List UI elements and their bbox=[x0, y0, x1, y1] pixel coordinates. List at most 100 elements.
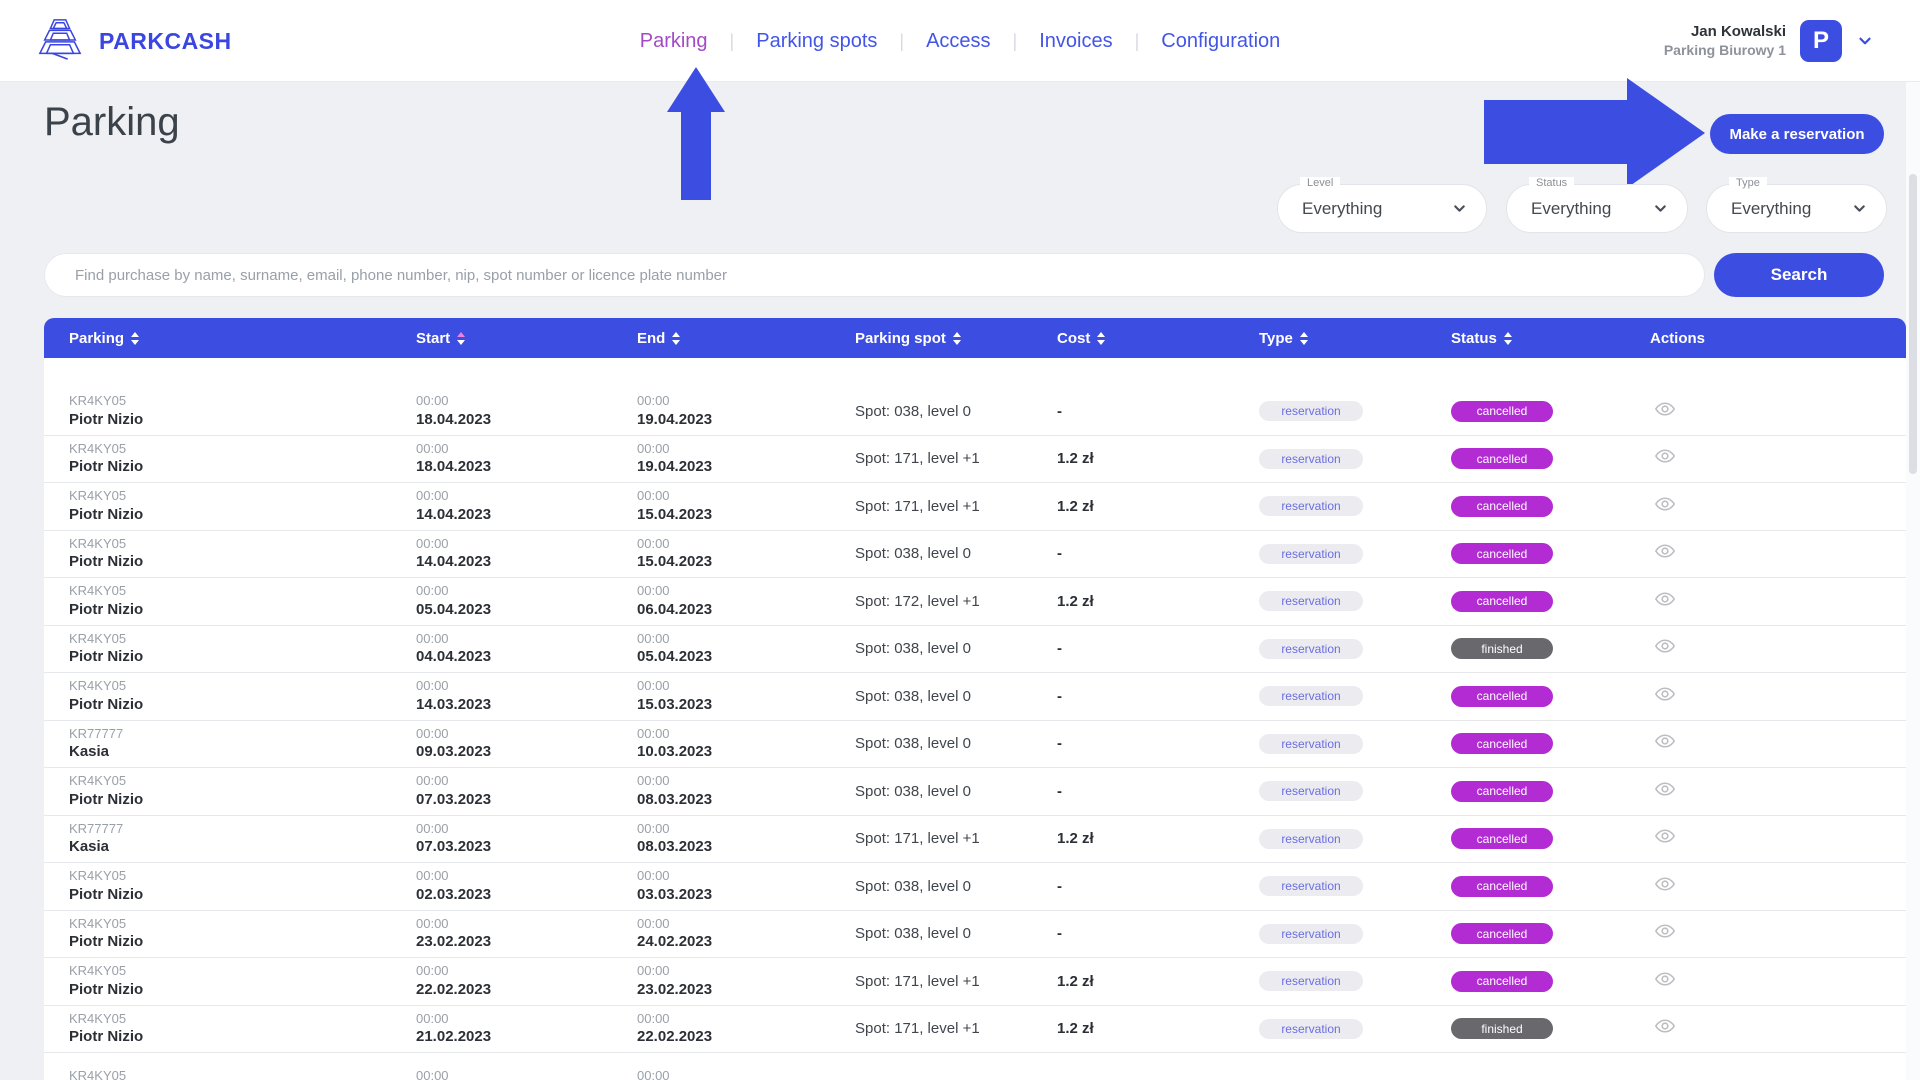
brand[interactable]: PARKCASH bbox=[37, 16, 232, 67]
nav-item-invoices[interactable]: Invoices bbox=[1039, 30, 1112, 53]
table-row: KR4KY05 Piotr Nizio 00:00 18.04.2023 00:… bbox=[44, 388, 1906, 436]
cell-parking: KR4KY05 Piotr Nizio bbox=[44, 916, 391, 952]
type-badge: reservation bbox=[1259, 734, 1363, 754]
cell-end: 00:00 15.03.2023 bbox=[612, 678, 830, 714]
status-badge: cancelled bbox=[1451, 733, 1553, 754]
cell-cost: - bbox=[1032, 925, 1234, 942]
level-dropdown-label: Level bbox=[1300, 177, 1340, 189]
cell-start: 00:00 14.04.2023 bbox=[391, 488, 612, 524]
status-dropdown[interactable]: Status Everything bbox=[1506, 184, 1688, 233]
nav-item-configuration[interactable]: Configuration bbox=[1161, 30, 1280, 53]
view-details-button[interactable] bbox=[1654, 730, 1676, 755]
sort-icon bbox=[457, 332, 465, 345]
type-dropdown-value: Everything bbox=[1707, 199, 1851, 219]
licence-plate: KR4KY05 bbox=[69, 963, 391, 980]
cell-actions bbox=[1625, 588, 1906, 615]
cell-parking: KR4KY05 Piotr Nizio bbox=[44, 678, 391, 714]
start-date: 05.04.2023 bbox=[416, 600, 612, 620]
customer-name: Piotr Nizio bbox=[69, 600, 391, 620]
table-body: KR4KY05 Piotr Nizio 00:00 18.04.2023 00:… bbox=[44, 358, 1906, 1080]
view-details-button[interactable] bbox=[1654, 635, 1676, 660]
cell-parking-spot: Spot: 038, level 0 bbox=[830, 545, 1032, 562]
cell-actions bbox=[1625, 968, 1906, 995]
column-header-type[interactable]: Type bbox=[1234, 330, 1426, 347]
start-time: 00:00 bbox=[416, 916, 612, 933]
scrollbar[interactable] bbox=[1906, 82, 1920, 1080]
brand-logo-icon bbox=[37, 16, 83, 67]
view-details-button[interactable] bbox=[1654, 778, 1676, 803]
nav-item-parking[interactable]: Parking bbox=[640, 30, 708, 53]
cell-status: cancelled bbox=[1426, 733, 1625, 754]
view-details-button[interactable] bbox=[1654, 1015, 1676, 1040]
cell-type: reservation bbox=[1234, 971, 1426, 991]
cell-parking: KR4KY05 Piotr Nizio bbox=[44, 393, 391, 429]
status-badge: cancelled bbox=[1451, 686, 1553, 707]
end-date: 08.03.2023 bbox=[637, 837, 830, 857]
end-time: 00:00 bbox=[637, 441, 830, 458]
cell-start: 00:00 14.03.2023 bbox=[391, 678, 612, 714]
level-dropdown-value: Everything bbox=[1278, 199, 1451, 219]
make-reservation-button[interactable]: Make a reservation bbox=[1710, 114, 1884, 154]
type-dropdown[interactable]: Type Everything bbox=[1706, 184, 1887, 233]
cell-cost: - bbox=[1032, 735, 1234, 752]
view-details-button[interactable] bbox=[1654, 968, 1676, 993]
view-details-button[interactable] bbox=[1654, 540, 1676, 565]
customer-name: Piotr Nizio bbox=[69, 647, 391, 667]
view-details-button[interactable] bbox=[1654, 493, 1676, 518]
table-row: KR77777 Kasia 00:00 07.03.2023 00:00 08.… bbox=[44, 816, 1906, 864]
cell-parking-spot: Spot: 038, level 0 bbox=[830, 783, 1032, 800]
sort-icon bbox=[953, 332, 961, 345]
view-details-button[interactable] bbox=[1654, 588, 1676, 613]
start-date: 07.03.2023 bbox=[416, 837, 612, 857]
customer-name: Kasia bbox=[69, 742, 391, 762]
licence-plate: KR4KY05 bbox=[69, 773, 391, 790]
licence-plate: KR4KY05 bbox=[69, 916, 391, 933]
cell-actions bbox=[1625, 825, 1906, 852]
user-name: Jan Kowalski bbox=[1664, 23, 1786, 42]
type-badge: reservation bbox=[1259, 781, 1363, 801]
start-date: 04.04.2023 bbox=[416, 647, 612, 667]
column-header-cost[interactable]: Cost bbox=[1032, 330, 1234, 347]
start-time: 00:00 bbox=[416, 678, 612, 695]
status-badge: cancelled bbox=[1451, 971, 1553, 992]
search-button[interactable]: Search bbox=[1714, 253, 1884, 297]
view-details-button[interactable] bbox=[1654, 873, 1676, 898]
licence-plate: KR4KY05 bbox=[69, 631, 391, 648]
cell-actions bbox=[1625, 920, 1906, 947]
cell-parking: KR4KY05 Piotr Nizio bbox=[44, 583, 391, 619]
cell-start: 00:00 bbox=[391, 1068, 612, 1080]
cell-parking-spot: Spot: 038, level 0 bbox=[830, 735, 1032, 752]
cell-cost: - bbox=[1032, 545, 1234, 562]
customer-name: Piotr Nizio bbox=[69, 457, 391, 477]
chevron-down-icon[interactable] bbox=[1856, 32, 1874, 50]
cell-type: reservation bbox=[1234, 1019, 1426, 1039]
scrollbar-thumb[interactable] bbox=[1909, 174, 1917, 474]
column-header-end[interactable]: End bbox=[612, 330, 830, 347]
status-badge: finished bbox=[1451, 1018, 1553, 1039]
level-dropdown[interactable]: Level Everything bbox=[1277, 184, 1487, 233]
avatar[interactable]: P bbox=[1800, 20, 1842, 62]
cell-parking-spot: Spot: 171, level +1 bbox=[830, 973, 1032, 990]
view-details-button[interactable] bbox=[1654, 445, 1676, 470]
customer-name: Piotr Nizio bbox=[69, 1027, 391, 1047]
nav-item-parking-spots[interactable]: Parking spots bbox=[756, 30, 877, 53]
search-input[interactable] bbox=[44, 253, 1705, 297]
column-header-start[interactable]: Start bbox=[391, 330, 612, 347]
nav-item-access[interactable]: Access bbox=[926, 30, 990, 53]
view-details-button[interactable] bbox=[1654, 398, 1676, 423]
sort-icon bbox=[672, 332, 680, 345]
customer-name: Piotr Nizio bbox=[69, 790, 391, 810]
start-time: 00:00 bbox=[416, 631, 612, 648]
view-details-button[interactable] bbox=[1654, 683, 1676, 708]
cell-start: 00:00 22.02.2023 bbox=[391, 963, 612, 999]
column-header-status[interactable]: Status bbox=[1426, 330, 1625, 347]
eye-icon bbox=[1654, 873, 1676, 898]
cell-cost: 1.2 zł bbox=[1032, 1020, 1234, 1037]
cell-type: reservation bbox=[1234, 686, 1426, 706]
column-header-parking[interactable]: Parking bbox=[44, 330, 391, 347]
view-details-button[interactable] bbox=[1654, 920, 1676, 945]
column-header-parking-spot[interactable]: Parking spot bbox=[830, 330, 1032, 347]
view-details-button[interactable] bbox=[1654, 825, 1676, 850]
user-menu: Jan Kowalski Parking Biurowy 1 P bbox=[1664, 0, 1874, 82]
cell-start: 00:00 18.04.2023 bbox=[391, 393, 612, 429]
